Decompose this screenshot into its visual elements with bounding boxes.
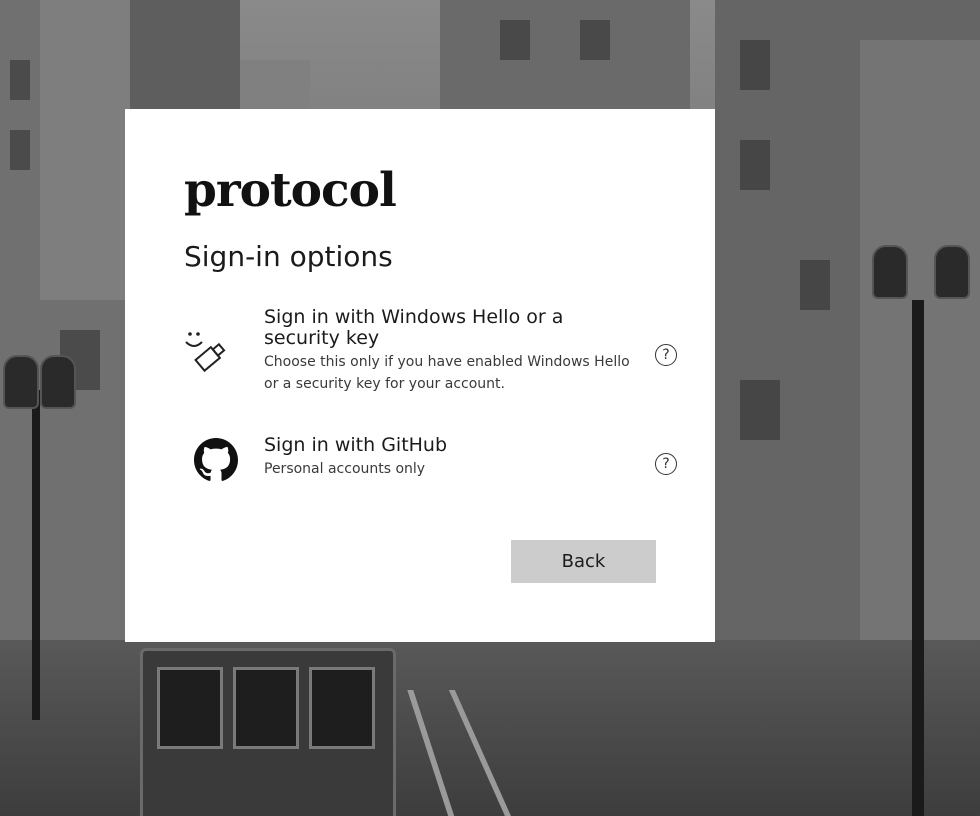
street-lamp bbox=[912, 300, 924, 816]
street-lamp bbox=[32, 390, 40, 720]
building-left-2 bbox=[130, 0, 240, 110]
windows-hello-option[interactable]: Sign in with Windows Hello or a security… bbox=[184, 307, 684, 399]
option-description: Personal accounts only bbox=[264, 461, 426, 477]
window bbox=[580, 20, 610, 60]
dialog-title: Sign-in options bbox=[184, 240, 393, 273]
help-icon[interactable]: ? bbox=[655, 453, 677, 475]
option-title: Sign in with Windows Hello or a security… bbox=[264, 306, 564, 349]
street-lamp-head bbox=[3, 355, 39, 409]
window bbox=[10, 130, 30, 170]
window bbox=[740, 380, 780, 440]
street-lamp-head bbox=[40, 355, 76, 409]
github-icon bbox=[194, 438, 238, 486]
street-lamp-head bbox=[934, 245, 970, 299]
window bbox=[740, 140, 770, 190]
windows-hello-key-icon bbox=[184, 329, 230, 379]
help-icon[interactable]: ? bbox=[655, 344, 677, 366]
cable-car-window bbox=[233, 667, 299, 749]
street-lamp-head bbox=[872, 245, 908, 299]
cable-car-window bbox=[309, 667, 375, 749]
cable-car bbox=[140, 648, 396, 816]
option-title: Sign in with GitHub bbox=[264, 434, 448, 456]
window bbox=[740, 40, 770, 90]
github-option[interactable]: Sign in with GitHub Personal accounts on… bbox=[184, 435, 684, 491]
sign-in-dialog: protocol Sign-in options Sign in with Wi… bbox=[125, 109, 715, 642]
window bbox=[10, 60, 30, 100]
window bbox=[800, 260, 830, 310]
back-button[interactable]: Back bbox=[511, 540, 656, 583]
building-center bbox=[440, 0, 690, 110]
building-left-upper bbox=[40, 0, 130, 300]
window bbox=[500, 20, 530, 60]
brand-logo: protocol bbox=[184, 163, 397, 218]
option-description: Choose this only if you have enabled Win… bbox=[264, 354, 630, 392]
building-mid bbox=[240, 60, 310, 110]
cable-car-window bbox=[157, 667, 223, 749]
